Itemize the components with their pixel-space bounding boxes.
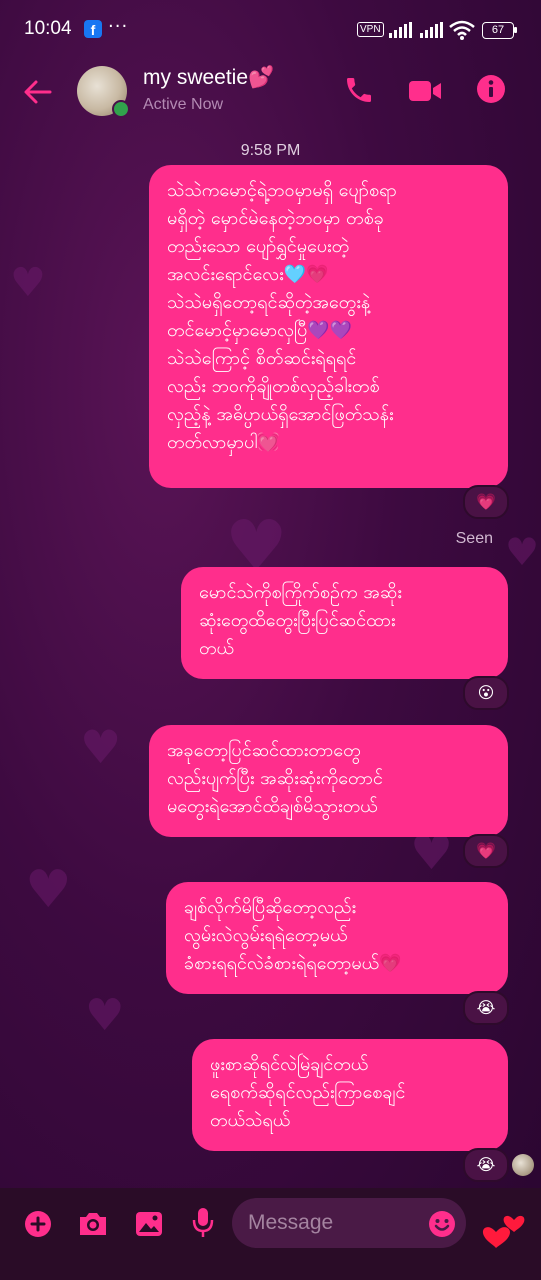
- signal-icon: [389, 22, 412, 38]
- background-heart: ♥: [505, 530, 540, 574]
- contact-name[interactable]: my sweetie💕: [143, 66, 274, 90]
- reaction-badge[interactable]: 💗: [463, 485, 509, 519]
- message-bubble[interactable]: အခုတော့ပြင်ဆင်ထားတာတွေ လည်းပျက်ပြီး အဆို…: [149, 725, 508, 837]
- wifi-icon: [449, 20, 475, 40]
- emoji-icon[interactable]: [428, 1210, 456, 1238]
- hearts-icon[interactable]: [482, 1196, 528, 1250]
- seen-label: Seen: [455, 530, 493, 547]
- seen-avatar: [512, 1154, 534, 1176]
- chat-header: my sweetie💕 Active Now: [0, 60, 541, 130]
- reaction-badge[interactable]: 😮: [463, 676, 509, 710]
- camera-icon[interactable]: [77, 1210, 109, 1238]
- online-indicator: [112, 100, 130, 118]
- message-bubble[interactable]: ဖူးစာဆိုရင်လဲမြဲချင်တယ် ရေစက်ဆိုရင်လည်းက…: [192, 1039, 508, 1151]
- phone-icon[interactable]: [343, 74, 375, 106]
- reaction-badge[interactable]: 💗: [463, 834, 509, 868]
- active-status: Active Now: [143, 96, 224, 113]
- battery-icon: 67: [482, 22, 514, 39]
- back-arrow-icon[interactable]: [22, 76, 54, 108]
- more-notifications-icon: ···: [108, 16, 129, 37]
- background-heart: ♥: [80, 720, 122, 774]
- status-time: 10:04: [24, 18, 72, 39]
- plus-icon[interactable]: [24, 1210, 52, 1238]
- microphone-icon[interactable]: [191, 1206, 215, 1240]
- message-composer: [0, 1188, 541, 1280]
- background-heart: ♥: [25, 860, 72, 920]
- image-icon[interactable]: [134, 1210, 164, 1238]
- battery-tip: [514, 27, 517, 33]
- background-heart: ♥: [10, 260, 46, 306]
- status-bar: 10:04 f ··· VPN 67: [0, 0, 541, 60]
- info-icon[interactable]: [476, 74, 506, 104]
- vpn-icon: VPN: [357, 22, 384, 37]
- reaction-badge[interactable]: 😭: [463, 1148, 509, 1182]
- video-camera-icon[interactable]: [407, 76, 443, 106]
- message-timestamp: 9:58 PM: [240, 142, 301, 159]
- facebook-notification-icon: f: [84, 20, 102, 38]
- message-bubble[interactable]: မောင်သဲကိုစကြိုက်စဉ်က အဆိုး ဆုံးတွေထိတွေ…: [181, 567, 508, 679]
- message-bubble[interactable]: ချစ်လိုက်မိပြီဆိုတော့လည်း လွမ်းလဲလွမ်းရရ…: [166, 882, 508, 994]
- background-heart: ♥: [85, 990, 125, 1041]
- message-bubble[interactable]: သဲသဲကမောင့်ရဲ့ဘဝမှာမရှိ ပျော်စရာ မရှိတဲ့…: [149, 165, 508, 488]
- signal-icon: [420, 22, 443, 38]
- reaction-badge[interactable]: 😭: [463, 991, 509, 1025]
